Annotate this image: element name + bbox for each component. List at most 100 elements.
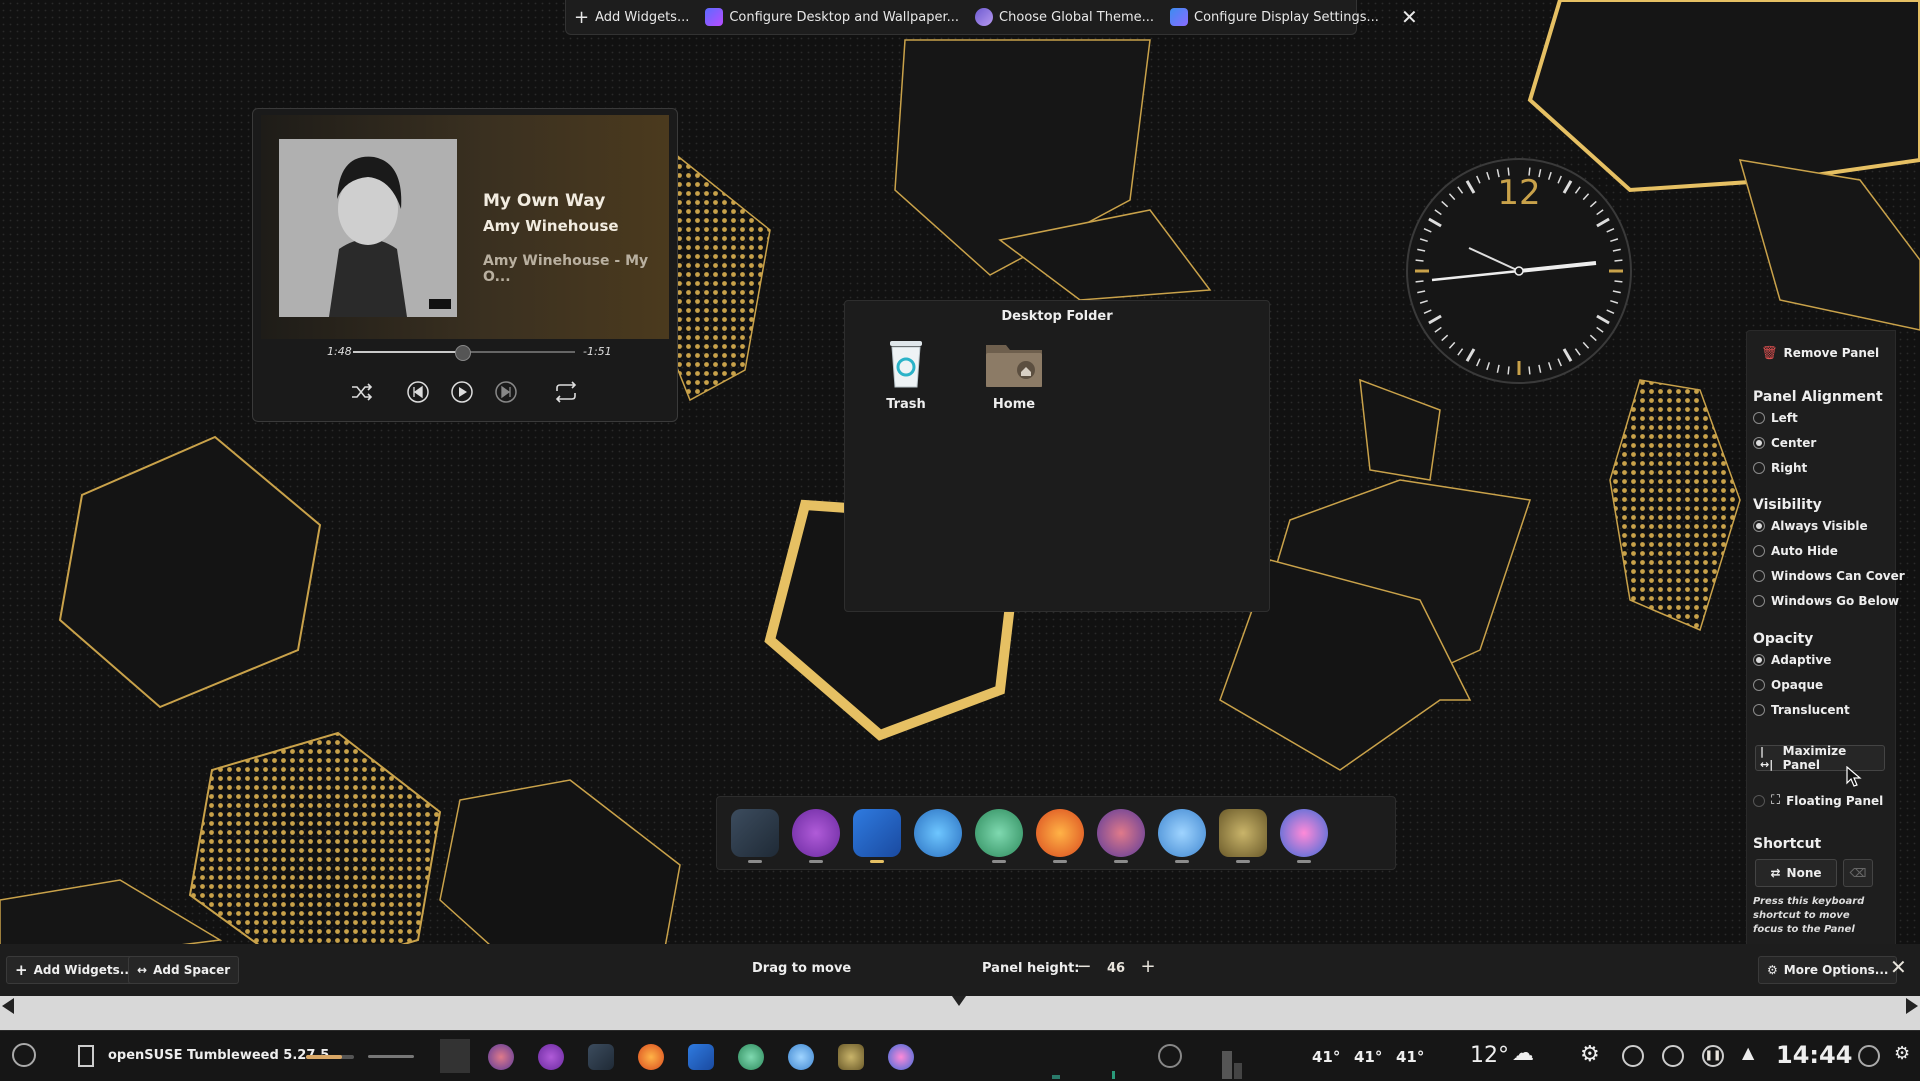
- taskbar-discover-icon[interactable]: [488, 1044, 514, 1070]
- trash-item[interactable]: Trash: [866, 337, 946, 412]
- opacity-opaque-radio[interactable]: Opaque: [1747, 678, 1895, 692]
- panel-height-value[interactable]: 46: [1104, 961, 1128, 976]
- spacer-icon: ↔: [137, 963, 148, 977]
- taskbar-colorpicker-icon[interactable]: [888, 1044, 914, 1070]
- decrease-height-button[interactable]: −: [1074, 956, 1094, 977]
- update-icon[interactable]: [1622, 1045, 1644, 1067]
- gimp-icon[interactable]: [1219, 809, 1267, 857]
- increase-height-button[interactable]: +: [1138, 956, 1158, 977]
- drag-to-move-handle[interactable]: Drag to move: [752, 961, 851, 976]
- browser-icon[interactable]: [914, 809, 962, 857]
- color-picker-icon[interactable]: [1280, 809, 1328, 857]
- play-button[interactable]: [447, 377, 477, 407]
- next-button[interactable]: [491, 377, 521, 407]
- repeat-button[interactable]: [551, 377, 581, 407]
- option-label: Adaptive: [1771, 653, 1832, 667]
- shortcut-heading: Shortcut: [1753, 836, 1822, 852]
- pause-icon[interactable]: ❚❚: [1702, 1045, 1724, 1067]
- recycle-icon[interactable]: [975, 809, 1023, 857]
- home-item[interactable]: Home: [974, 337, 1054, 412]
- floating-panel-label: Floating Panel: [1786, 793, 1884, 808]
- software-shop-icon[interactable]: [792, 809, 840, 857]
- clear-shortcut-button[interactable]: ⌫: [1843, 859, 1873, 887]
- close-edit-mode-icon[interactable]: ✕: [1890, 955, 1907, 979]
- backspace-icon: ⌫: [1849, 866, 1867, 880]
- radio-indicator: [1753, 545, 1765, 557]
- cloud-icon[interactable]: ☁: [1512, 1041, 1534, 1066]
- alignment-right-radio[interactable]: Right: [1747, 461, 1895, 475]
- left-edge-handle[interactable]: [2, 998, 14, 1014]
- alignment-center-radio[interactable]: Center: [1747, 436, 1895, 450]
- floating-panel-toggle[interactable]: ⛶ Floating Panel: [1747, 793, 1895, 808]
- option-label: Always Visible: [1771, 519, 1868, 533]
- firefox-icon[interactable]: [1036, 809, 1084, 857]
- panel-config-icon[interactable]: ⚙: [1894, 1043, 1910, 1064]
- radio-indicator: [1753, 570, 1765, 582]
- option-label: Windows Go Below: [1771, 594, 1900, 608]
- add-widgets-panel-button[interactable]: + Add Widgets...: [6, 956, 143, 984]
- choose-global-theme-button[interactable]: Choose Global Theme...: [967, 0, 1162, 34]
- settings-tray-icon[interactable]: ⚙: [1580, 1042, 1600, 1067]
- right-edge-handle[interactable]: [1906, 998, 1918, 1014]
- show-desktop-button[interactable]: [440, 1039, 470, 1073]
- progress-handle[interactable]: [454, 345, 471, 361]
- opacity-adaptive-radio[interactable]: Adaptive: [1747, 653, 1895, 667]
- maximize-panel-button[interactable]: |↔| Maximize Panel: [1755, 744, 1885, 772]
- option-label: Right: [1771, 461, 1808, 475]
- visibility-cover-radio[interactable]: Windows Can Cover: [1747, 569, 1905, 583]
- visibility-below-radio[interactable]: Windows Go Below: [1747, 594, 1899, 608]
- more-options-button[interactable]: ⚙ More Options...: [1758, 956, 1898, 984]
- pager-icon[interactable]: [78, 1045, 94, 1067]
- display-icon: [1170, 8, 1189, 26]
- option-label: Windows Can Cover: [1771, 569, 1905, 583]
- taskbar-recycle-icon[interactable]: [738, 1044, 764, 1070]
- shuffle-button[interactable]: [347, 377, 377, 407]
- taskbar-gimp-icon[interactable]: [838, 1044, 864, 1070]
- previous-button[interactable]: [403, 377, 433, 407]
- play-icon: [451, 381, 473, 403]
- trash-icon: 🗑: [1761, 345, 1778, 361]
- night-color-icon[interactable]: [1662, 1045, 1684, 1067]
- weather-temperature[interactable]: 12°: [1470, 1043, 1509, 1068]
- album-art: [279, 139, 457, 317]
- home-label: Home: [992, 397, 1036, 412]
- configure-display-button[interactable]: Configure Display Settings...: [1162, 0, 1387, 34]
- taskbar-dolphin-icon[interactable]: [688, 1044, 714, 1070]
- skip-back-icon: [407, 381, 429, 403]
- show-hidden-icons-icon[interactable]: ▲: [1742, 1043, 1754, 1062]
- user-switcher-icon[interactable]: [1858, 1045, 1880, 1067]
- system-settings-icon[interactable]: [731, 809, 779, 857]
- checkbox[interactable]: [1753, 794, 1765, 807]
- info-center-icon[interactable]: [1158, 809, 1206, 857]
- remove-panel-button[interactable]: 🗑 Remove Panel: [1747, 343, 1895, 363]
- radio-indicator: [1753, 704, 1765, 716]
- taskbar-settings-icon[interactable]: [588, 1044, 614, 1070]
- taskbar-firefox-icon[interactable]: [638, 1044, 664, 1070]
- dock-panel: [716, 796, 1396, 870]
- minute-tick: [1415, 259, 1424, 262]
- plus-icon: +: [574, 6, 590, 28]
- opacity-translucent-radio[interactable]: Translucent: [1747, 703, 1895, 717]
- track-album: Amy Winehouse - My O...: [483, 253, 649, 285]
- digital-clock[interactable]: 14:44: [1776, 1041, 1852, 1069]
- visibility-always-radio[interactable]: Always Visible: [1747, 519, 1895, 533]
- shortcut-button[interactable]: ⇄ None: [1755, 859, 1837, 887]
- configure-desktop-button[interactable]: Configure Desktop and Wallpaper...: [697, 0, 967, 34]
- dolphin-file-manager-icon[interactable]: [853, 809, 901, 857]
- desktop-edit-toolbar: + Add Widgets... Configure Desktop and W…: [565, 0, 1418, 35]
- visibility-autohide-radio[interactable]: Auto Hide: [1747, 544, 1895, 558]
- close-icon[interactable]: ✕: [1387, 5, 1432, 29]
- center-handle[interactable]: [952, 996, 966, 1006]
- taskbar-info-icon[interactable]: [788, 1044, 814, 1070]
- add-widgets-button[interactable]: + Add Widgets...: [566, 0, 697, 34]
- running-indicator: [1175, 860, 1189, 863]
- radio-indicator: [1753, 412, 1765, 424]
- taskbar-shop-icon[interactable]: [538, 1044, 564, 1070]
- discover-icon[interactable]: [1097, 809, 1145, 857]
- application-launcher-icon[interactable]: [12, 1043, 36, 1067]
- brightness-slider[interactable]: [368, 1055, 414, 1058]
- alignment-left-radio[interactable]: Left: [1747, 411, 1895, 425]
- progress-slider[interactable]: [353, 345, 575, 361]
- add-spacer-button[interactable]: ↔ Add Spacer: [128, 956, 240, 984]
- volume-slider[interactable]: [306, 1055, 354, 1059]
